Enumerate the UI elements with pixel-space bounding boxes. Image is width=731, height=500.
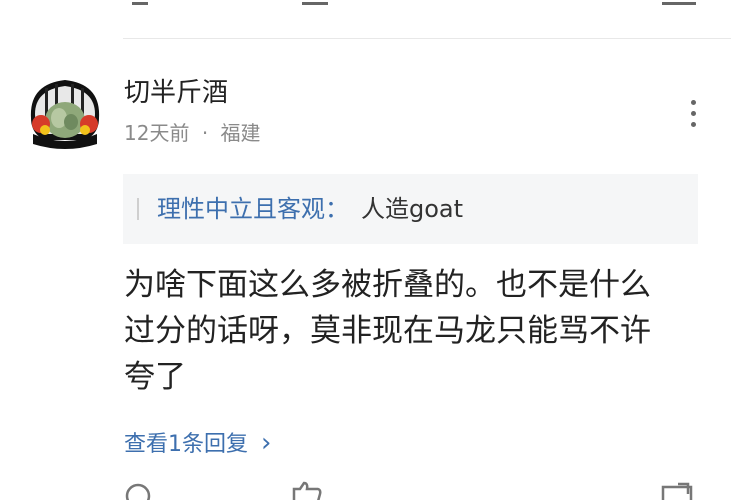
more-dot <box>691 122 696 127</box>
reply-button[interactable] <box>124 483 154 500</box>
share-icon <box>661 482 693 500</box>
quoted-reply[interactable]: 理性中立且客观： 人造goat <box>123 174 698 244</box>
quote-bar <box>137 198 139 220</box>
quote-author[interactable]: 理性中立且客观： <box>157 195 349 223</box>
more-vertical-icon[interactable] <box>680 96 708 130</box>
quote-body: 人造goat <box>361 195 464 223</box>
like-icon <box>292 481 322 500</box>
like-button[interactable] <box>290 481 324 500</box>
quote-text: 理性中立且客观： 人造goat <box>157 192 463 226</box>
more-dot <box>691 111 696 116</box>
view-replies-label: 查看1条回复 <box>124 432 248 457</box>
comment-screen: { "comment": { "username": "切半斤酒", "time… <box>0 0 731 500</box>
avatar-image <box>25 70 105 150</box>
more-dot <box>691 100 696 105</box>
toolbar-icon-partial <box>132 0 148 5</box>
view-replies-link[interactable]: 查看1条回复 › <box>124 427 271 461</box>
comment-divider <box>123 38 731 39</box>
comment-time: 12天前 <box>124 121 190 145</box>
comment-content: 为啥下面这么多被折叠的。也不是什么 过分的话呀，莫非现在马龙只能骂不许 夸了 <box>124 262 704 400</box>
share-button[interactable] <box>660 482 694 500</box>
reply-icon <box>125 483 151 500</box>
comment-action-bar <box>0 481 731 500</box>
content-line: 过分的话呀，莫非现在马龙只能骂不许 <box>124 313 651 349</box>
user-avatar[interactable] <box>25 70 105 150</box>
content-line: 为啥下面这么多被折叠的。也不是什么 <box>124 267 651 303</box>
toolbar-icon-partial <box>302 0 328 5</box>
comment-location: 福建 <box>220 121 261 145</box>
previous-comment-toolbar-partial <box>0 0 731 6</box>
comment-meta: 12天前 · 福建 <box>124 120 261 146</box>
meta-separator: · <box>201 121 209 145</box>
toolbar-icon-partial <box>662 0 696 5</box>
comment-username[interactable]: 切半斤酒 <box>124 76 228 110</box>
chevron-right-icon: › <box>261 428 272 458</box>
content-line: 夸了 <box>124 359 186 395</box>
